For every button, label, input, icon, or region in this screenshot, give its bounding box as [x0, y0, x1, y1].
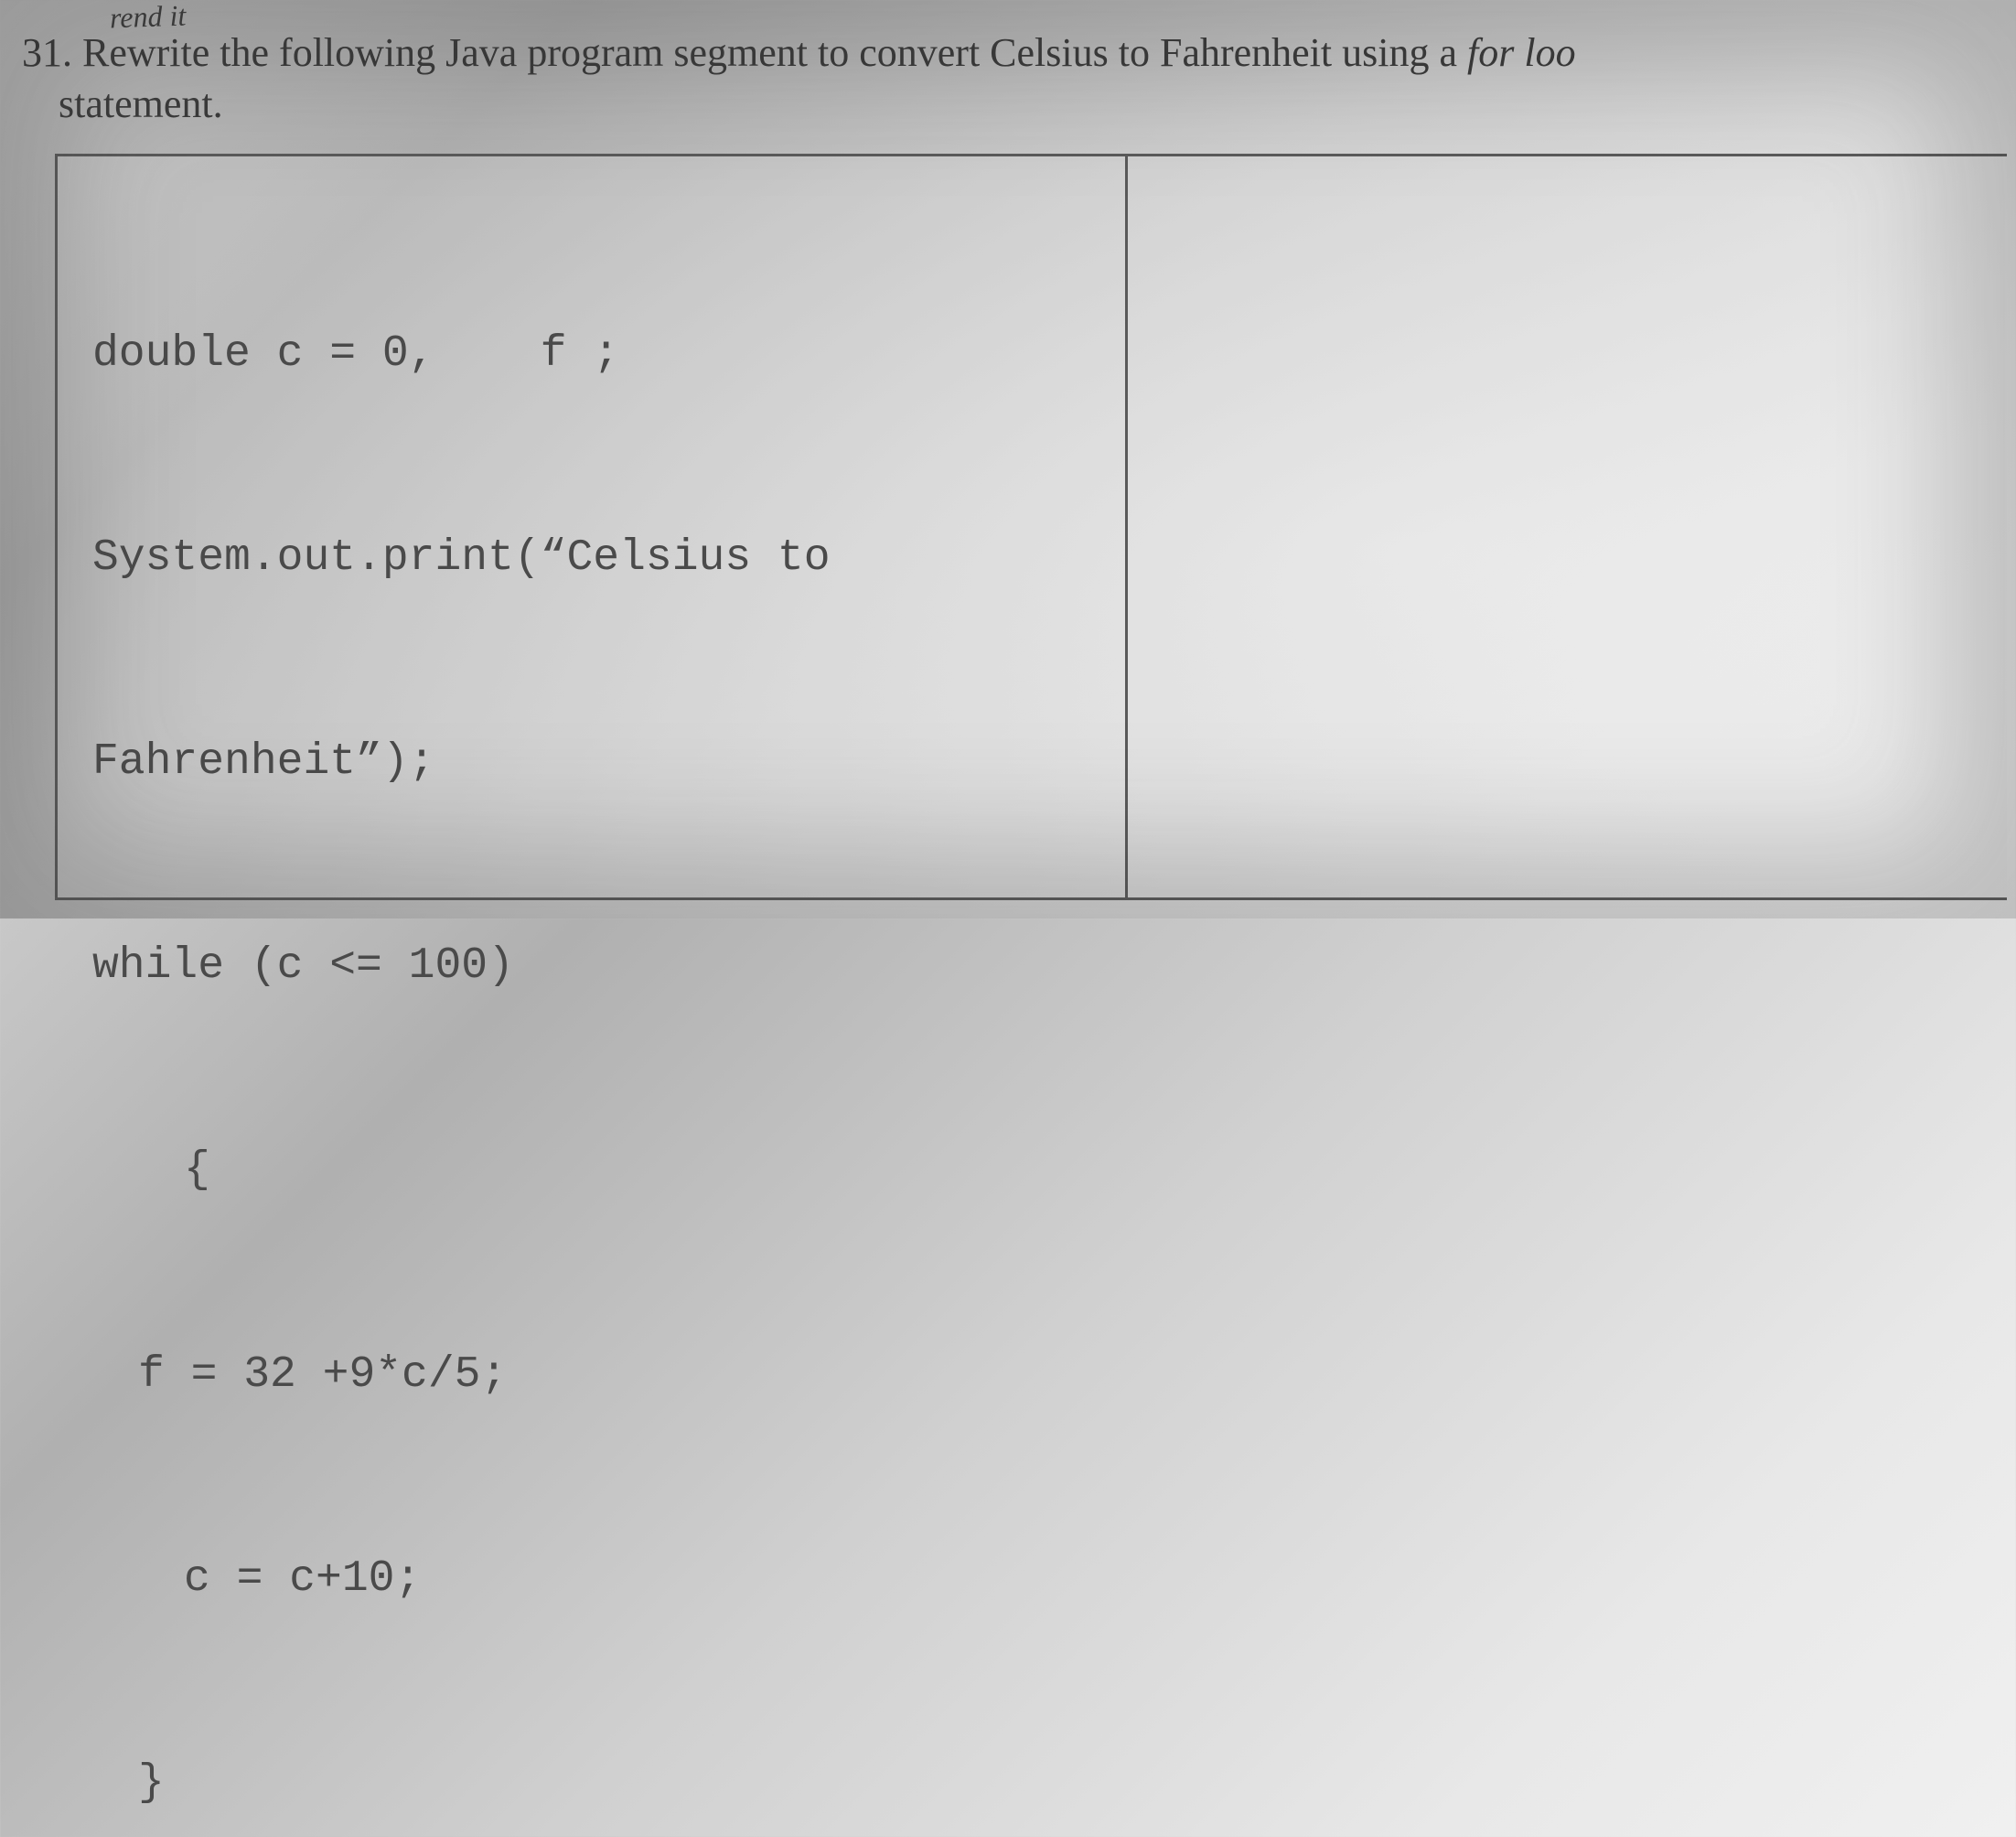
code-line-while: while (c <= 100)	[92, 932, 1099, 1000]
code-cell-answer-blank[interactable]	[1128, 156, 2007, 897]
question-prompt: 31. Rewrite the following Java program s…	[22, 27, 2016, 78]
code-line-declaration: double c = 0, f ;	[92, 320, 1099, 388]
code-line-print-start: System.out.print(“Celsius to	[92, 524, 1099, 592]
code-table: double c = 0, f ; System.out.print(“Cels…	[55, 154, 2007, 900]
code-cell-original: double c = 0, f ; System.out.print(“Cels…	[58, 156, 1128, 897]
question-statement-continuation: statement.	[59, 81, 223, 127]
code-line-formula: f = 32 +9*c/5;	[92, 1341, 1099, 1409]
question-text-main: Rewrite the following Java program segme…	[72, 30, 1467, 75]
code-line-brace-close: }	[92, 1749, 1099, 1817]
code-line-print-end: Fahrenheit”);	[92, 728, 1099, 796]
code-line-increment: c = c+10;	[92, 1545, 1099, 1613]
code-line-brace-open: {	[92, 1136, 1099, 1204]
java-code-block: double c = 0, f ; System.out.print(“Cels…	[92, 184, 1099, 1837]
question-number: 31.	[22, 30, 72, 75]
question-emphasis-for-loop: for loo	[1467, 30, 1576, 75]
